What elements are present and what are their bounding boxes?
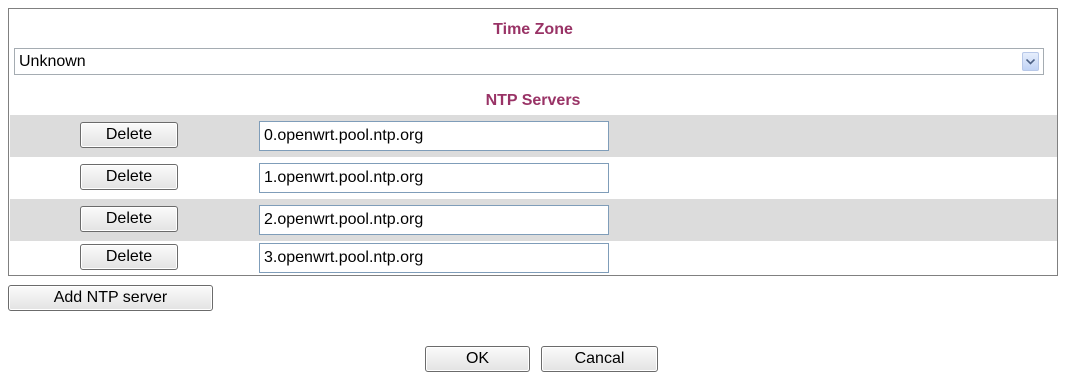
chevron-down-icon[interactable]: [1022, 52, 1039, 71]
delete-ntp-server-button[interactable]: Delete: [80, 244, 178, 270]
ntp-server-field[interactable]: [259, 243, 609, 273]
ntp-server-field[interactable]: [259, 205, 609, 235]
delete-ntp-server-button[interactable]: Delete: [80, 164, 178, 190]
delete-ntp-server-button[interactable]: Delete: [80, 206, 178, 232]
ntp-server-field[interactable]: [259, 163, 609, 193]
time-zone-select[interactable]: Unknown: [14, 48, 1044, 75]
delete-ntp-server-button[interactable]: Delete: [80, 122, 178, 148]
ntp-servers-title: NTP Servers: [485, 92, 581, 109]
ntp-server-row: Delete: [10, 115, 1057, 157]
time-zone-selected-value: Unknown: [19, 52, 86, 70]
ntp-server-field[interactable]: [259, 121, 609, 151]
ok-button[interactable]: OK: [425, 346, 530, 372]
add-ntp-server-button[interactable]: Add NTP server: [8, 285, 213, 311]
time-zone-title: Time Zone: [493, 21, 573, 38]
ntp-server-row: Delete: [10, 199, 1057, 241]
time-settings-panel: Time Zone Unknown NTP Servers Delete Del…: [8, 8, 1058, 276]
ntp-server-row: Delete: [10, 241, 1057, 275]
cancel-button[interactable]: Cancal: [541, 346, 658, 372]
ntp-server-row: Delete: [10, 157, 1057, 199]
